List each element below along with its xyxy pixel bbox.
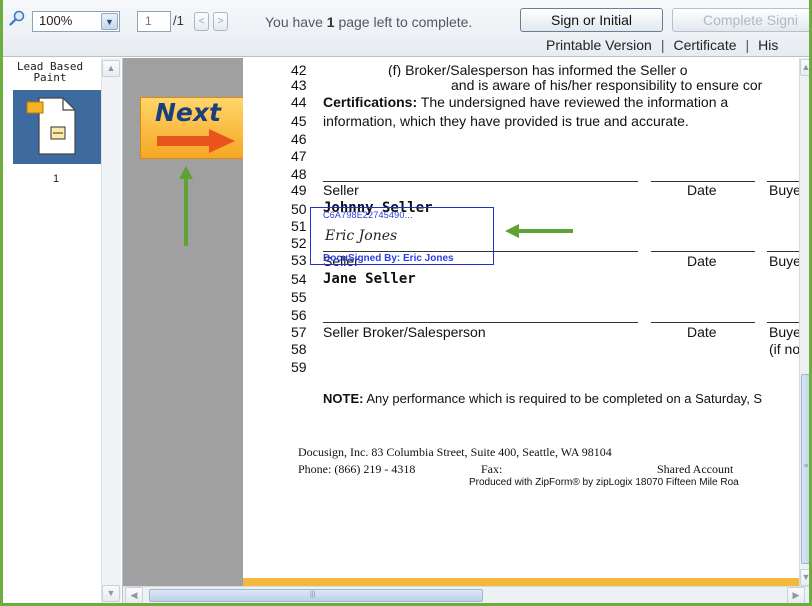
printable-version-link[interactable]: Printable Version (546, 37, 652, 53)
page-number-input[interactable]: 1 (137, 11, 171, 32)
line-number: 44 (291, 94, 307, 110)
date-label: Date (687, 253, 717, 269)
certificate-link[interactable]: Certificate (673, 37, 736, 53)
buyer-label: Buye (769, 253, 801, 269)
scroll-up-arrow-icon[interactable]: ▲ (102, 60, 120, 77)
footer-address: Docusign, Inc. 83 Columbia Street, Suite… (298, 445, 612, 459)
line-number: 49 (291, 182, 307, 198)
seller-label: Seller (323, 182, 359, 198)
scroll-up-arrow-icon[interactable]: ▲ (800, 59, 809, 76)
if-no-label: (if no (769, 341, 801, 357)
next-page-button[interactable]: > (213, 12, 228, 31)
scroll-right-arrow-icon[interactable]: ▶ (787, 587, 805, 603)
certifications-text: The undersigned have reviewed the inform… (417, 94, 729, 110)
toolbar: 100% ▼ 1 /1 < > You have 1 page left to … (3, 0, 809, 57)
scrollbar-thumb[interactable]: ≡ (801, 374, 809, 564)
document-horizontal-scrollbar[interactable]: ◀ ||| ▶ (123, 586, 809, 603)
chevron-down-icon[interactable]: ▼ (101, 13, 118, 30)
right-arrow-icon (157, 129, 235, 153)
date-label: Date (687, 324, 717, 340)
buyer-label: Buye (769, 182, 801, 198)
certifications-heading: Certifications: (323, 94, 418, 110)
doc-line-45: information, which they have provided is… (323, 113, 689, 129)
status-text: You have 1 page left to complete. (265, 14, 472, 30)
scroll-down-arrow-icon[interactable]: ▼ (800, 569, 809, 586)
line-number: 42 (291, 62, 307, 78)
buyer-line (767, 322, 801, 323)
status-prefix: You have (265, 14, 327, 30)
line-number: 55 (291, 289, 307, 305)
up-arrow-icon (179, 166, 193, 246)
document-page: 42 43 44 45 46 47 48 49 50 51 52 53 54 5… (243, 58, 801, 578)
line-number: 58 (291, 341, 307, 357)
note-text: NOTE: Any performance which is required … (323, 392, 762, 406)
document-gutter: Next (123, 58, 245, 588)
date-line (651, 251, 755, 252)
thumbnail-panel: Lead Based Paint 1 ▲ ▼ (3, 58, 123, 603)
doc-line-44: Certifications: The undersigned have rev… (323, 95, 728, 109)
next-button[interactable]: Next (140, 97, 245, 159)
document-vertical-scrollbar[interactable]: ▲ ≡ ▼ (799, 58, 809, 588)
status-suffix: page left to complete. (334, 14, 473, 30)
line-number: 48 (291, 166, 307, 182)
scroll-left-arrow-icon[interactable]: ◀ (125, 587, 143, 603)
magnifier-icon (9, 10, 25, 26)
buyer-line (767, 251, 801, 252)
thumbnail-title: Lead Based Paint (16, 60, 84, 84)
complete-signing-button[interactable]: Complete Signi (672, 8, 809, 32)
link-separator: | (660, 37, 665, 53)
page-total: /1 (173, 13, 184, 28)
zoom-value: 100% (39, 13, 73, 28)
scrollbar-thumb[interactable]: ||| (149, 589, 483, 602)
docusign-viewer: 100% ▼ 1 /1 < > You have 1 page left to … (0, 0, 812, 606)
line-number: 56 (291, 307, 307, 323)
note-label: NOTE: (323, 391, 364, 406)
status-count: 1 (326, 14, 335, 30)
sign-or-initial-button[interactable]: Sign or Initial (520, 8, 663, 32)
footer-phone: Phone: (866) 219 - 4318 (298, 462, 416, 476)
signature-id: C6A798E22745490... (323, 210, 413, 220)
next-button-label: Next (155, 98, 221, 127)
history-link[interactable]: His (758, 37, 778, 53)
signature-line (323, 322, 638, 323)
footer-shared-account: Shared Account (657, 462, 734, 476)
seller-broker-label: Seller Broker/Salesperson (323, 324, 486, 340)
left-arrow-icon (505, 224, 573, 238)
footer-fax: Fax: (481, 462, 503, 476)
prev-page-button[interactable]: < (194, 12, 209, 31)
grip-icon: ≡ (804, 463, 809, 470)
line-number: 57 (291, 324, 307, 340)
date-label: Date (687, 182, 717, 198)
line-number: 59 (291, 359, 307, 375)
seller-name-2: Jane Seller (323, 271, 416, 287)
link-separator: | (745, 37, 750, 53)
doc-line-42: (f) Broker/Salesperson has informed the … (388, 63, 688, 77)
toolbar-links: Printable Version | Certificate | His (546, 37, 778, 53)
thumbnail-page-number: 1 (53, 173, 60, 185)
document-thumbnail-icon (26, 97, 76, 155)
buyer-label: Buye (769, 324, 801, 340)
date-line (651, 322, 755, 323)
grip-icon: ||| (310, 591, 316, 598)
note-body: Any performance which is required to be … (363, 391, 763, 406)
footer-produced: Produced with ZipForm® by zipLogix 18070… (469, 477, 739, 488)
scroll-down-arrow-icon[interactable]: ▼ (102, 585, 120, 602)
thumbnail-page-1[interactable] (13, 90, 101, 164)
signature-script: Eric Jones (325, 228, 398, 244)
line-number: 46 (291, 131, 307, 147)
zoom-select[interactable]: 100% ▼ (32, 11, 120, 32)
signature-line (323, 181, 638, 182)
line-number: 43 (291, 77, 307, 93)
line-number: 45 (291, 113, 307, 129)
docusigned-by-label: DocuSigned By: Eric Jones (323, 253, 454, 264)
line-number: 47 (291, 148, 307, 164)
line-number: 54 (291, 271, 307, 287)
doc-line-43: and is aware of his/her responsibility t… (451, 77, 763, 93)
thumbnail-scrollbar[interactable]: ▲ ▼ (101, 58, 121, 603)
